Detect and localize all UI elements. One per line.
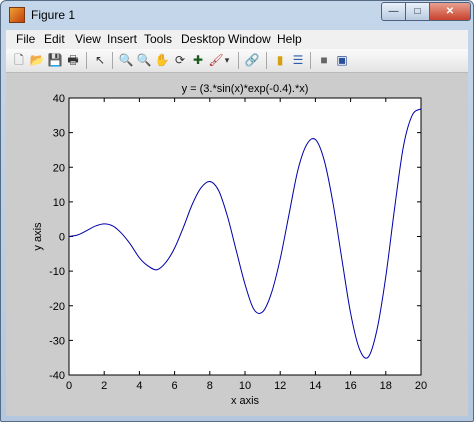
maximize-button[interactable]: □ — [405, 2, 430, 21]
y-tick-label: 10 — [53, 197, 65, 209]
window-title: Figure 1 — [31, 8, 76, 22]
figure-canvas[interactable]: 0 2 4 6 8 10 12 14 16 18 20 -40 -30 -20 -10 0 10 20 30 40 y… — [6, 73, 468, 416]
menu-insert[interactable]: Insert — [107, 32, 137, 46]
axes-box[interactable] — [68, 97, 422, 376]
menu-file[interactable]: File — [16, 32, 35, 46]
new-figure-icon[interactable]: 🗋 — [11, 52, 27, 68]
x-tick-label: 8 — [207, 380, 213, 392]
x-tick-label: 2 — [101, 380, 107, 392]
figure-toolbar: 🗋 📂 💾 🖶 ↖ 🔍 🔍 ✋ ⟳ ✚ 🖌 ▾ 🔗 ▮ ☰ ■ ▣ — [6, 49, 468, 73]
y-tick-label: -10 — [49, 266, 65, 278]
figure-window: Figure 1 — □ ✕ File Edit View Insert Too… — [0, 0, 474, 422]
link-plot-icon[interactable]: 🔗 — [244, 52, 260, 68]
toolbar-separator — [266, 52, 267, 69]
toolbar-separator — [86, 52, 87, 69]
hide-plot-tools-icon[interactable]: ■ — [316, 52, 332, 68]
edit-plot-arrow-icon[interactable]: ↖ — [92, 52, 108, 68]
y-tick-label: 0 — [59, 232, 65, 244]
menu-help[interactable]: Help — [277, 32, 302, 46]
plot-svg: 0 2 4 6 8 10 12 14 16 18 20 -40 -30 -20 -10 0 10 20 30 40 y… — [32, 83, 427, 407]
insert-legend-icon[interactable]: ☰ — [290, 52, 306, 68]
save-icon[interactable]: 💾 — [47, 52, 63, 68]
pan-hand-icon[interactable]: ✋ — [154, 52, 170, 68]
y-tick-label: 30 — [53, 128, 65, 140]
open-file-icon[interactable]: 📂 — [29, 52, 45, 68]
menu-desktop[interactable]: Desktop — [181, 32, 225, 46]
y-tick-label: 40 — [53, 93, 65, 105]
x-tick-label: 10 — [239, 380, 251, 392]
y-tick-label: -40 — [49, 370, 65, 382]
close-button[interactable]: ✕ — [429, 2, 471, 21]
matlab-figure-icon — [9, 7, 25, 23]
menu-window[interactable]: Window — [228, 32, 271, 46]
data-cursor-icon[interactable]: ✚ — [190, 52, 206, 68]
x-tick-label: 14 — [309, 380, 321, 392]
zoom-in-icon[interactable]: 🔍 — [118, 52, 134, 68]
show-plot-tools-icon[interactable]: ▣ — [334, 52, 350, 68]
x-tick-label: 12 — [274, 380, 286, 392]
insert-colorbar-icon[interactable]: ▮ — [272, 52, 288, 68]
x-tick-label: 20 — [415, 380, 427, 392]
x-tick-label: 0 — [66, 380, 72, 392]
toolbar-separator — [112, 52, 113, 69]
minimize-button[interactable]: — — [381, 2, 406, 21]
rotate-3d-icon[interactable]: ⟳ — [172, 52, 188, 68]
toolbar-separator — [238, 52, 239, 69]
title-bar[interactable]: Figure 1 — □ ✕ — [1, 1, 473, 29]
x-axis-label: x axis — [231, 395, 260, 407]
zoom-out-icon[interactable]: 🔍 — [136, 52, 152, 68]
plot-title: y = (3.*sin(x)*exp(-0.4).*x) — [182, 83, 309, 95]
menu-bar: File Edit View Insert Tools Desktop Wind… — [6, 30, 468, 49]
toolbar-separator — [310, 52, 311, 69]
x-tick-label: 18 — [380, 380, 392, 392]
menu-edit[interactable]: Edit — [44, 32, 65, 46]
y-axis-label: y axis — [32, 222, 44, 251]
menu-tools[interactable]: Tools — [144, 32, 172, 46]
brush-dropdown-icon[interactable]: ▾ — [222, 52, 232, 68]
y-tick-label: -30 — [49, 335, 65, 347]
print-icon[interactable]: 🖶 — [65, 52, 81, 68]
x-tick-label: 6 — [172, 380, 178, 392]
x-tick-label: 4 — [136, 380, 142, 392]
y-tick-label: -20 — [49, 301, 65, 313]
menu-view[interactable]: View — [75, 32, 101, 46]
x-tick-label: 16 — [344, 380, 356, 392]
y-tick-label: 20 — [53, 162, 65, 174]
